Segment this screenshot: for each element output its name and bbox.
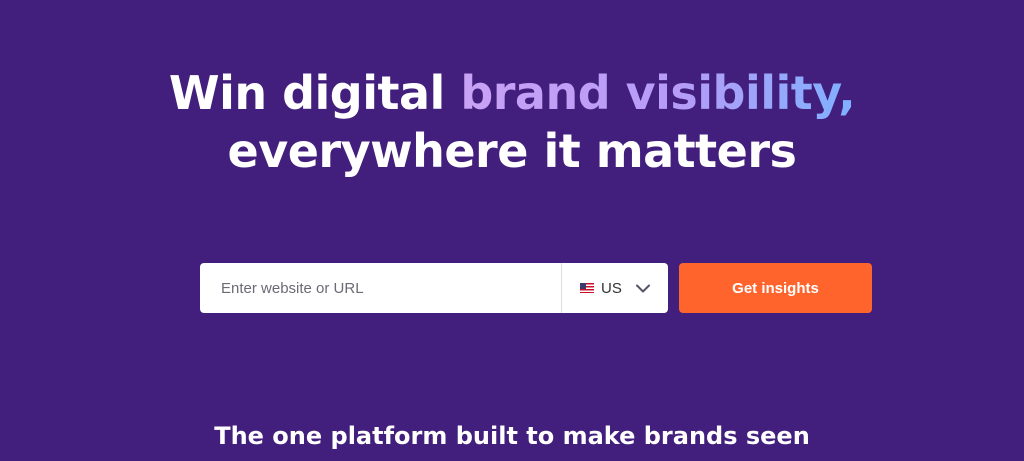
- headline-accent-text: brand visibility,: [460, 66, 856, 120]
- get-insights-button[interactable]: Get insights: [679, 263, 872, 313]
- headline-text: Win digital: [168, 66, 461, 120]
- website-url-input[interactable]: [200, 263, 561, 313]
- country-select[interactable]: US: [561, 263, 668, 313]
- search-box: US: [200, 263, 668, 313]
- headline-line-1: Win digital brand visibility,: [0, 64, 1024, 122]
- country-label: US: [601, 279, 622, 297]
- hero-section: Win digital brand visibility, everywhere…: [0, 0, 1024, 461]
- us-flag-icon: [580, 283, 594, 293]
- headline-line-2: everywhere it matters: [227, 124, 797, 178]
- platform-subheadline: The one platform built to make brands se…: [214, 422, 810, 450]
- hero-headline: Win digital brand visibility, everywhere…: [0, 64, 1024, 180]
- search-form: US Get insights: [200, 263, 872, 313]
- chevron-down-icon: [635, 280, 651, 296]
